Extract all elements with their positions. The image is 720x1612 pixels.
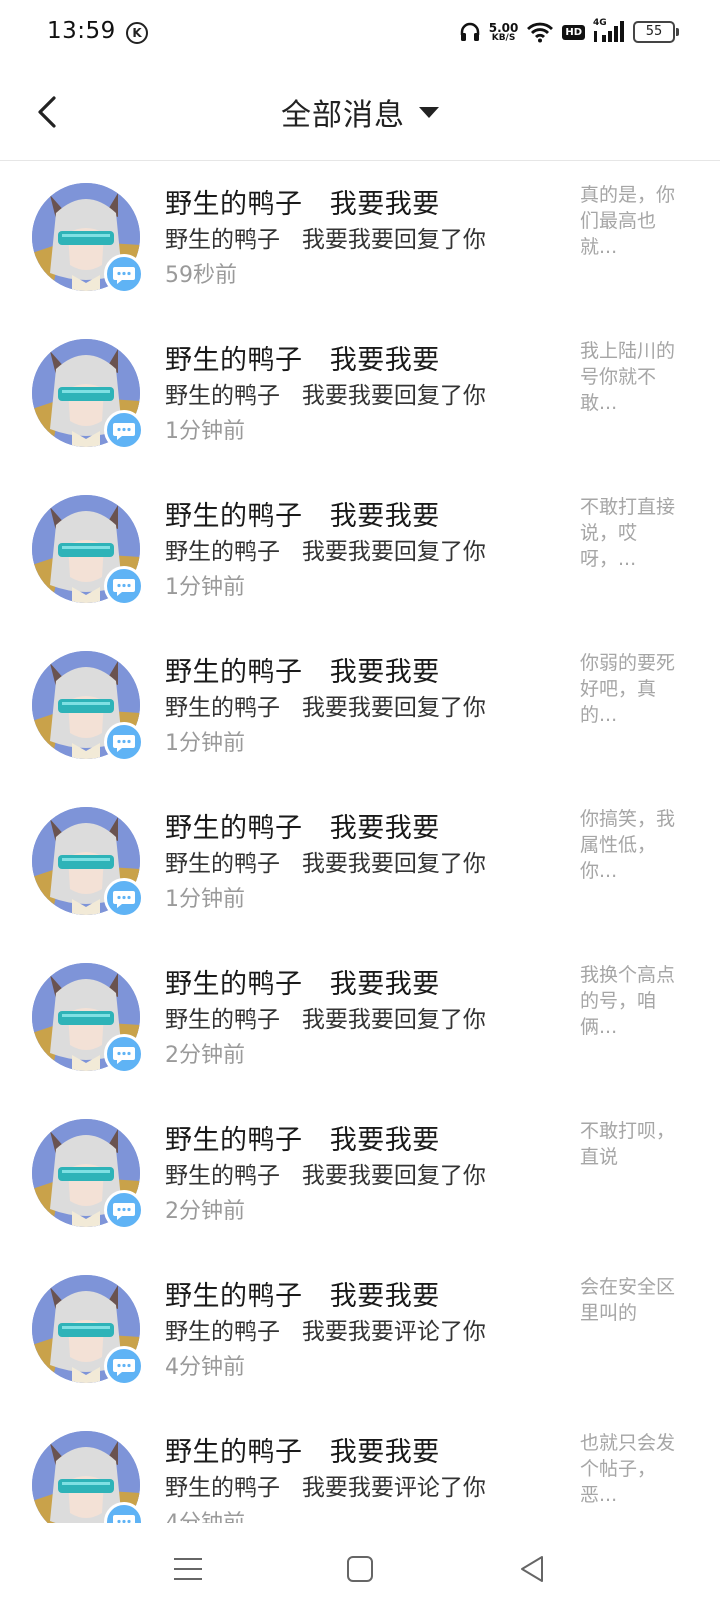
message-action: 野生的鸭子 我要我要回复了你 — [165, 695, 486, 721]
message-row[interactable]: 野生的鸭子 我要我要 野生的鸭子 我要我要评论了你 4分钟前 也就只会发个帖子，… — [0, 1408, 720, 1523]
message-action: 野生的鸭子 我要我要回复了你 — [165, 1163, 486, 1189]
message-time: 1分钟前 — [165, 731, 245, 756]
menu-icon[interactable] — [168, 1549, 208, 1589]
message-preview: 真的是，你们最高也就... — [580, 184, 676, 258]
chat-bubble-icon — [104, 1190, 144, 1230]
message-preview: 也就只会发个帖子，恶... — [580, 1432, 676, 1506]
message-time: 2分钟前 — [165, 1199, 245, 1224]
message-time: 4分钟前 — [165, 1355, 245, 1380]
hd-icon: HD — [562, 24, 585, 40]
chat-bubble-icon — [104, 410, 144, 450]
sender-name: 野生的鸭子 我要我要 — [165, 1125, 440, 1156]
message-time: 1分钟前 — [165, 575, 245, 600]
system-nav-bar — [0, 1523, 720, 1612]
home-square-icon[interactable] — [340, 1549, 380, 1589]
message-list[interactable]: 野生的鸭子 我要我要 野生的鸭子 我要我要回复了你 59秒前 真的是，你们最高也… — [0, 160, 720, 1523]
message-action: 野生的鸭子 我要我要回复了你 — [165, 851, 486, 877]
message-time: 4分钟前 — [165, 1505, 245, 1523]
network-speed: 5.00 KB/S — [489, 22, 519, 43]
back-triangle-icon[interactable] — [512, 1549, 552, 1589]
wifi-icon — [527, 22, 554, 43]
message-row[interactable]: 野生的鸭子 我要我要 野生的鸭子 我要我要回复了你 1分钟前 你搞笑，我属性低，… — [0, 784, 720, 940]
signal-icon: 4G — [593, 18, 625, 44]
message-action: 野生的鸭子 我要我要评论了你 — [165, 1475, 486, 1501]
message-time: 1分钟前 — [165, 419, 245, 444]
dropdown-triangle-icon — [419, 106, 439, 118]
message-action: 野生的鸭子 我要我要回复了你 — [165, 1007, 486, 1033]
message-row[interactable]: 野生的鸭子 我要我要 野生的鸭子 我要我要回复了你 2分钟前 不敢打呗，直说 — [0, 1096, 720, 1252]
sender-name: 野生的鸭子 我要我要 — [165, 969, 440, 1000]
message-preview: 会在安全区里叫的 — [580, 1276, 676, 1324]
message-action: 野生的鸭子 我要我要回复了你 — [165, 539, 486, 565]
sender-name: 野生的鸭子 我要我要 — [165, 189, 440, 220]
page-title: 全部消息 — [281, 98, 405, 133]
sender-name: 野生的鸭子 我要我要 — [165, 813, 440, 844]
message-preview: 你弱的要死好吧，真的... — [580, 652, 676, 726]
chat-bubble-icon — [104, 722, 144, 762]
headphones-icon — [460, 22, 479, 41]
message-preview: 我上陆川的号你就不敢... — [580, 340, 676, 414]
chat-bubble-icon — [104, 1034, 144, 1074]
chat-bubble-icon — [104, 1502, 144, 1523]
message-action: 野生的鸭子 我要我要回复了你 — [165, 227, 486, 253]
header: 全部消息 — [0, 64, 720, 161]
chat-bubble-icon — [104, 1346, 144, 1386]
title-dropdown[interactable]: 全部消息 — [0, 90, 720, 134]
k-app-icon: K — [126, 22, 148, 44]
message-row[interactable]: 野生的鸭子 我要我要 野生的鸭子 我要我要回复了你 1分钟前 不敢打直接说，哎呀… — [0, 472, 720, 628]
sender-name: 野生的鸭子 我要我要 — [165, 501, 440, 532]
message-row[interactable]: 野生的鸭子 我要我要 野生的鸭子 我要我要回复了你 59秒前 真的是，你们最高也… — [0, 160, 720, 316]
message-time: 2分钟前 — [165, 1043, 245, 1068]
message-time: 59秒前 — [165, 263, 237, 288]
sender-name: 野生的鸭子 我要我要 — [165, 1437, 440, 1468]
status-time: 13:59 — [47, 18, 116, 44]
message-action: 野生的鸭子 我要我要评论了你 — [165, 1319, 486, 1345]
message-row[interactable]: 野生的鸭子 我要我要 野生的鸭子 我要我要回复了你 1分钟前 我上陆川的号你就不… — [0, 316, 720, 472]
sender-name: 野生的鸭子 我要我要 — [165, 345, 440, 376]
chat-bubble-icon — [104, 254, 144, 294]
status-icons: 5.00 KB/S HD 4G 55 — [459, 16, 679, 48]
message-time: 1分钟前 — [165, 887, 245, 912]
network-speed-unit: KB/S — [491, 32, 516, 43]
message-row[interactable]: 野生的鸭子 我要我要 野生的鸭子 我要我要回复了你 2分钟前 我换个高点的号，咱… — [0, 940, 720, 1096]
message-row[interactable]: 野生的鸭子 我要我要 野生的鸭子 我要我要回复了你 1分钟前 你弱的要死好吧，真… — [0, 628, 720, 784]
status-bar: 13:59 K 5.00 KB/S HD 4G 55 — [0, 0, 720, 64]
chat-bubble-icon — [104, 566, 144, 606]
chat-bubble-icon — [104, 878, 144, 918]
message-preview: 我换个高点的号，咱俩... — [580, 964, 676, 1038]
message-preview: 你搞笑，我属性低，你... — [580, 808, 676, 882]
battery-icon: 55 — [633, 21, 679, 43]
message-preview: 不敢打直接说，哎呀，... — [580, 496, 676, 570]
sender-name: 野生的鸭子 我要我要 — [165, 657, 440, 688]
message-preview: 不敢打呗，直说 — [580, 1120, 676, 1168]
sender-name: 野生的鸭子 我要我要 — [165, 1281, 440, 1312]
message-row[interactable]: 野生的鸭子 我要我要 野生的鸭子 我要我要评论了你 4分钟前 会在安全区里叫的 — [0, 1252, 720, 1408]
message-action: 野生的鸭子 我要我要回复了你 — [165, 383, 486, 409]
